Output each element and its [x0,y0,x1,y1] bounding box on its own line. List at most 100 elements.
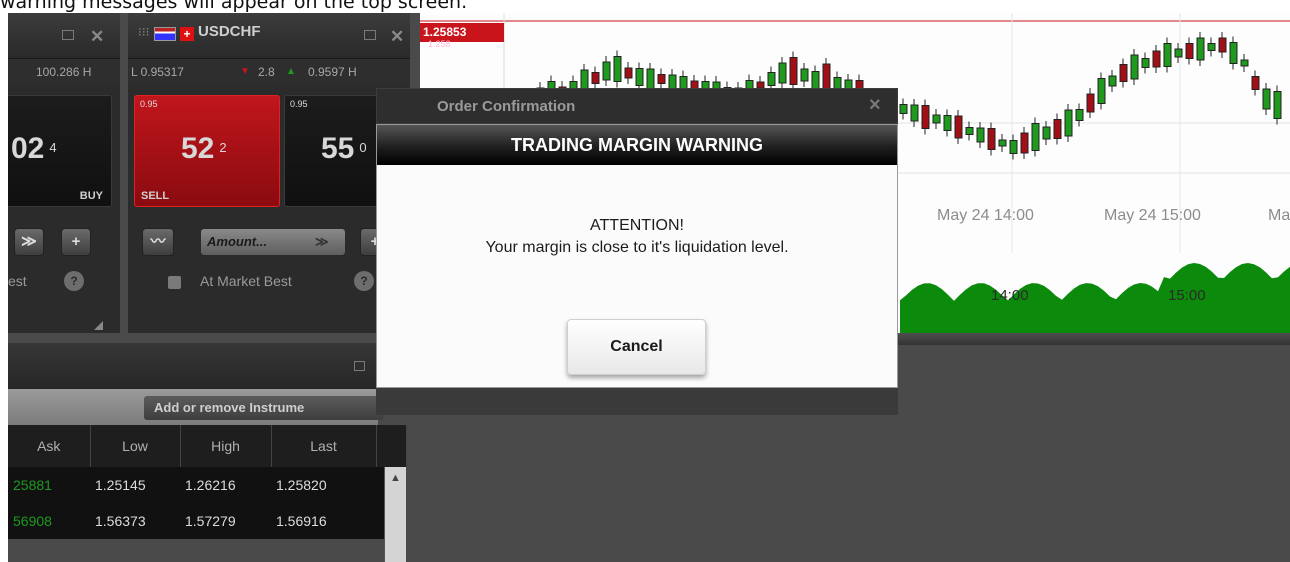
ask-cell: 56908 [8,503,90,539]
last-cell: 1.56916 [271,503,376,539]
column-header-low[interactable]: Low [90,425,181,467]
chevron-down-icon[interactable]: ≫ [14,228,44,256]
candle-body [657,74,666,84]
buy-price-main: 02 [11,132,45,165]
warning-banner: TRADING MARGIN WARNING [377,125,897,165]
column-header-high[interactable]: High [180,425,272,467]
buy-price-sup: 4 [49,140,57,155]
buy-price-button[interactable]: 02 4 BUY [8,95,112,207]
candle-body [954,115,963,139]
sell-button[interactable]: 0.95 52 2 SELL [134,95,280,207]
usdchf-ticket-body: 0.95 522 SELL 0.95 550 B 〰 Amount... ≫ +… [128,85,424,333]
help-icon[interactable]: ? [64,271,84,291]
instrument-list-toolbar: Add or remove Instrume [8,389,384,425]
candle-body [1053,119,1062,139]
grip-icon[interactable]: ⁝⁝⁝ [138,25,149,39]
candle-body [1108,75,1117,87]
candle-body [1251,76,1260,90]
close-icon[interactable]: ✕ [390,27,404,47]
column-header-ask[interactable]: Ask [8,425,91,467]
candle-body [1163,43,1172,67]
candle-body [602,61,611,81]
dialog-title: Order Confirmation [437,98,576,115]
buy-price-sup: 0 [359,140,367,155]
left-ticket-body: 02 4 BUY ≫ + est ? [8,85,120,333]
sell-label: SELL [141,190,170,202]
order-confirmation-dialog: Order Confirmation × TRADING MARGIN WARN… [376,88,898,415]
candle-body [1152,50,1161,68]
candle-body [833,77,842,89]
time-axis-label: Ma [1268,207,1290,224]
maximize-icon[interactable] [364,30,376,40]
at-market-label: At Market Best [200,273,292,289]
candle-body [613,56,622,82]
plus-icon[interactable]: + [61,228,91,256]
up-arrow-icon: ▲ [286,66,296,77]
close-icon[interactable]: × [869,94,881,117]
candle-body [1141,58,1150,68]
candle-body [932,114,941,124]
spread-value: 2.8 [258,65,275,79]
chart-icon[interactable]: 〰 [142,228,174,256]
candle-body [899,104,908,114]
down-arrow-icon: ▼ [240,66,250,77]
margin-message: Your margin is close to it's liquidation… [485,239,789,256]
candle-body [624,67,633,79]
high-cell: 1.26216 [180,467,271,503]
candle-body [1075,109,1084,121]
high-value: 0.9597 H [308,65,357,79]
candle-body [635,68,644,86]
candle-body [987,128,996,150]
volume-area [900,263,1290,333]
instrument-list-header [8,343,378,389]
table-row[interactable]: 25881 1.25145 1.26216 1.25820 [8,467,406,503]
table-row[interactable]: 56908 1.56373 1.57279 1.56916 [8,503,406,539]
usdchf-ticket-header: ⁝⁝⁝ + USDCHF ✕ [128,13,410,59]
maximize-icon[interactable] [354,361,365,371]
candle-body [1218,37,1227,53]
volume-time-label: 15:00 [1168,287,1206,304]
swiss-flag-icon: + [180,27,194,41]
column-header-last[interactable]: Last [271,425,377,467]
ask-cell: 25881 [8,467,90,503]
candle-body [822,63,831,91]
add-remove-label: Add or remove Instrume [154,400,305,415]
maximize-icon[interactable] [62,30,74,40]
high-cell: 1.57279 [180,503,271,539]
candle-body [998,139,1007,147]
candle-body [1009,140,1018,154]
scroll-up-icon[interactable]: ▲ [385,472,406,484]
resize-handle-icon[interactable] [94,321,103,330]
time-axis-label: May 24 15:00 [1104,207,1201,224]
chevron-down-icon[interactable]: ≫ [315,229,329,255]
candle-body [778,62,787,84]
close-icon[interactable]: ✕ [90,27,104,47]
add-remove-instruments-button[interactable]: Add or remove Instrume [144,396,384,420]
at-market-checkbox[interactable] [168,276,181,289]
buy-label: BUY [79,190,103,202]
buy-price-small: 0.95 [290,99,308,109]
left-ticket-info: 100.286 H [8,59,120,85]
dialog-content: TRADING MARGIN WARNING ATTENTION! Your m… [376,124,898,388]
amount-input[interactable]: Amount... ≫ [200,228,346,256]
candle-body [1130,54,1139,80]
candle-body [921,105,930,129]
candle-body [789,57,798,85]
candle-body [1020,132,1029,154]
usdchf-info-bar: L 0.95317 ▼ 2.8 ▲ 0.9597 H [128,59,410,85]
current-price-sub: 1.258 [428,39,451,49]
candle-body [976,127,985,143]
candle-body [800,68,809,82]
help-icon[interactable]: ? [354,271,374,291]
instrument-title: USDCHF [198,23,261,40]
candle-body [943,115,952,131]
at-market-best-label: est [8,273,27,289]
left-ticket-header: ✕ [8,13,120,59]
candle-body [1097,78,1106,104]
caption-text: warning messages will appear on the top … [0,0,468,13]
cancel-button[interactable]: Cancel [567,319,706,375]
candle-body [1042,126,1051,140]
dialog-footer [376,388,898,415]
candle-body [1185,43,1194,59]
scrollbar[interactable]: ▲ [384,467,406,562]
